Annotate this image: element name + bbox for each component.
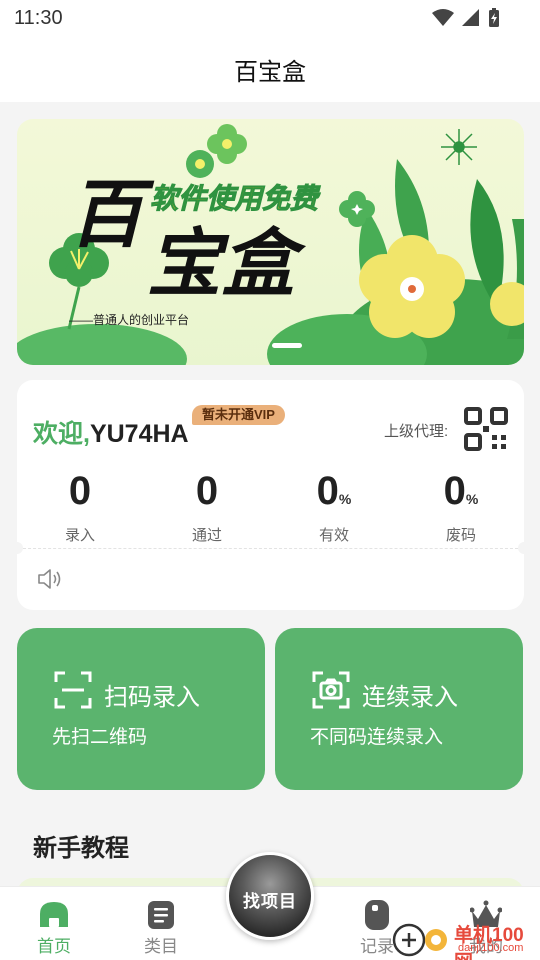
- banner-carousel[interactable]: 百 宝盒 软件使用免费 ——普通人的创业平台: [17, 119, 524, 365]
- watermark-logo: 单机100网 danji100.com: [392, 918, 540, 960]
- continuous-entry-button[interactable]: 连续录入 不同码连续录入: [275, 628, 523, 790]
- stat-passed: 0 通过: [162, 468, 252, 545]
- username: YU74HA: [89, 420, 189, 448]
- stat-valid: 0% 有效: [289, 468, 379, 545]
- stat-value: 0%: [316, 469, 352, 513]
- stat-value: 0%: [443, 469, 479, 513]
- record-icon: [365, 900, 389, 930]
- watermark-subtext: danji100.com: [458, 942, 524, 954]
- stat-value: 0: [68, 469, 92, 513]
- status-time: 11:30: [14, 7, 63, 29]
- banner-subtitle: ——普通人的创业平台: [69, 313, 190, 327]
- speaker-icon[interactable]: [37, 567, 63, 591]
- stat-label: 有效: [318, 527, 349, 544]
- stat-label: 通过: [191, 527, 222, 544]
- scan-entry-button[interactable]: 扫码录入 先扫二维码: [17, 628, 265, 790]
- banner-slogan: 软件使用免费: [149, 183, 319, 215]
- watermark-icon: [392, 923, 447, 957]
- user-info-card: 欢迎, YU74HA 暂未开通VIP 上级代理: 0 录入 0 通过 0% 有效…: [11, 380, 530, 610]
- qr-code-icon[interactable]: [463, 406, 509, 452]
- camera-scan-icon: [312, 671, 350, 709]
- status-bar: 11:30: [0, 0, 540, 36]
- battery-icon: [489, 8, 499, 27]
- tab-label: 类目: [144, 937, 178, 956]
- find-project-label: 找项目: [243, 892, 297, 911]
- card-notch: [518, 542, 530, 554]
- scan-icon: [54, 671, 92, 709]
- banner-title-line2: 宝盒: [147, 221, 295, 307]
- find-project-button[interactable]: 找项目: [226, 852, 314, 940]
- tab-category[interactable]: 类目: [121, 887, 201, 960]
- carousel-indicator: [272, 343, 302, 348]
- card-notch: [11, 542, 23, 554]
- welcome-label: 欢迎,: [33, 420, 90, 448]
- status-icons: [432, 8, 500, 28]
- tutorial-section-title: 新手教程: [33, 835, 129, 862]
- stat-label: 录入: [64, 527, 95, 544]
- stat-value: 0: [195, 469, 219, 513]
- stat-entered: 0 录入: [35, 468, 125, 545]
- banner-title-line1: 百: [69, 172, 143, 258]
- page-title: 百宝盒: [234, 59, 306, 86]
- action-title: 扫码录入: [104, 684, 200, 711]
- vip-status-badge[interactable]: 暂未开通VIP: [192, 405, 285, 425]
- watermark-text: 单机100网: [454, 925, 524, 960]
- stat-void: 0% 废码: [416, 468, 506, 545]
- agent-label: 上级代理:: [384, 423, 449, 440]
- action-subtitle: 先扫二维码: [52, 727, 148, 748]
- category-icon: [148, 901, 174, 929]
- action-title: 连续录入: [362, 684, 458, 711]
- home-icon: [40, 902, 68, 927]
- tab-label: 首页: [37, 937, 71, 956]
- stat-label: 废码: [445, 527, 476, 544]
- divider: [23, 548, 518, 549]
- app-header: 百宝盒: [0, 36, 540, 102]
- wifi-icon: [432, 9, 454, 26]
- welcome-text: 欢迎, YU74HA: [33, 414, 189, 450]
- signal-icon: [462, 9, 479, 26]
- action-subtitle: 不同码连续录入: [310, 727, 444, 748]
- tab-home[interactable]: 首页: [14, 887, 94, 960]
